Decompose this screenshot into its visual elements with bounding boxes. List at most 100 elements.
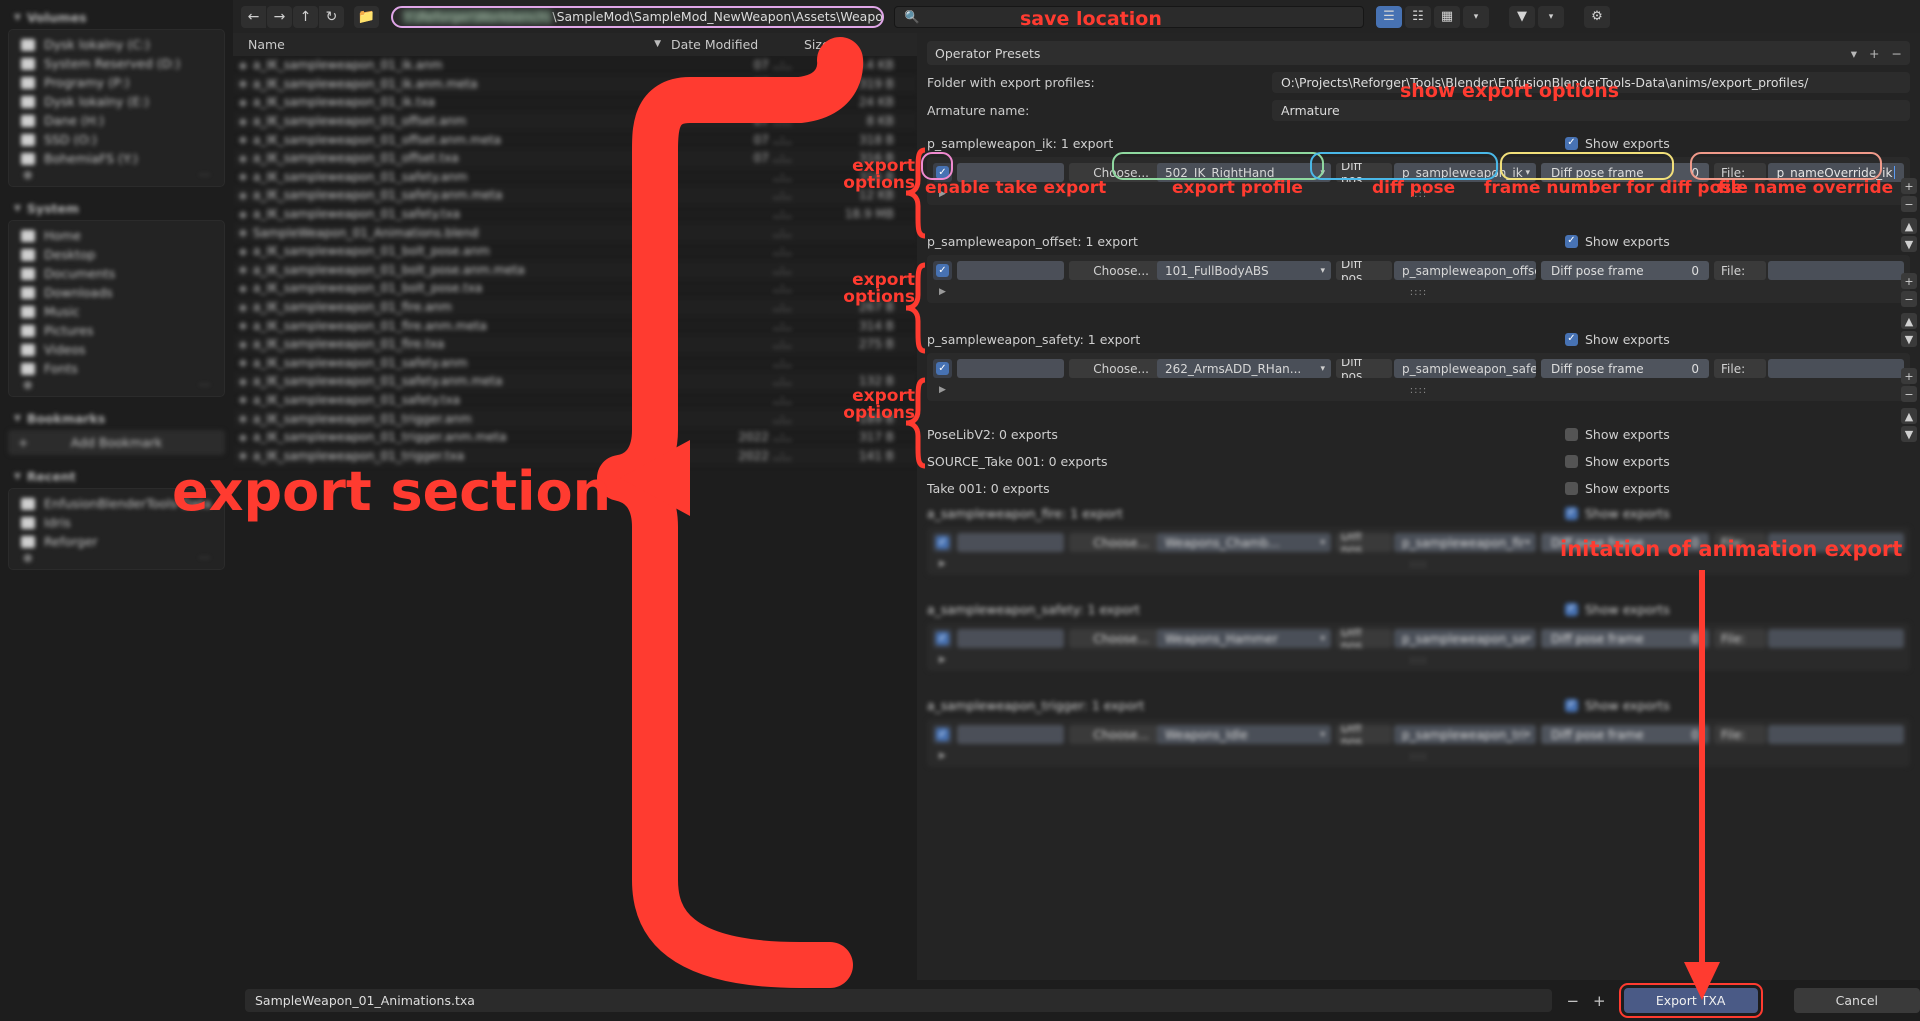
chevron-down-icon[interactable]: ▾ <box>1851 46 1857 61</box>
export-profile-selector[interactable]: Choose... 262_ArmsADD_RHan...▾ <box>1069 359 1331 378</box>
column-header-name[interactable]: Name ▼ <box>233 37 671 52</box>
export-txa-button[interactable]: Export TXA <box>1624 988 1758 1013</box>
sidebar-item-documents[interactable]: Documents <box>13 264 220 283</box>
diff-pose-frame-field[interactable]: Diff pose frame 0 <box>1541 261 1709 280</box>
file-row[interactable]: ◈a_IK_sampleweapon_01_safety.anm..:.. <box>233 354 917 373</box>
file-row[interactable]: ◈a_IK_sampleweapon_01_offset.txa07 ..:..… <box>233 149 917 168</box>
add-export-button[interactable]: + <box>1901 368 1917 384</box>
show-exports-toggle[interactable]: ✓ Show exports <box>1565 698 1910 713</box>
show-exports-toggle[interactable]: ✓ Show exports <box>1565 454 1910 469</box>
diff-pose-frame-field[interactable]: Diff pose frame 0 <box>1541 629 1709 648</box>
column-header-size[interactable]: Size <box>804 37 914 52</box>
file-row[interactable]: ◈a_IK_sampleweapon_01_ik.txa07 ..:..24 K… <box>233 93 917 112</box>
show-exports-toggle[interactable]: ✓ Show exports <box>1565 136 1910 151</box>
sidebar-resize-grip[interactable]: ●⋯ <box>13 168 220 181</box>
diff-pose-selector[interactable]: Diff pos... p_sampleweapon_safe...▾ <box>1336 359 1536 378</box>
parent-folder-button[interactable]: ↑ <box>293 6 318 28</box>
diff-pose-selector[interactable]: Diff pos... p_sampleweapon_sa▾ <box>1336 629 1536 648</box>
file-row[interactable]: ◈a_IK_sampleweapon_01_ik.anm.meta07 ..:.… <box>233 75 917 94</box>
take-name-field[interactable] <box>957 533 1064 552</box>
file-row[interactable]: ◈a_IK_sampleweapon_01_safety.anm.meta..:… <box>233 372 917 391</box>
export-profile-selector[interactable]: Choose... 502_IK_RightHand▾ <box>1069 163 1331 182</box>
triangle-right-icon[interactable]: ▶ <box>933 385 946 395</box>
file-row[interactable]: ◈a_IK_sampleweapon_01_trigger.anm..:..18… <box>233 409 917 428</box>
triangle-right-icon[interactable]: ▶ <box>933 287 946 297</box>
sidebar-section-header[interactable]: ▼ Volumes <box>8 6 225 29</box>
search-input[interactable]: 🔍 <box>894 6 1364 28</box>
sidebar-item-volume[interactable]: SSD (O:) <box>13 130 220 149</box>
sidebar-item-recent[interactable]: Reforger <box>13 532 220 551</box>
enable-take-export-checkbox[interactable]: ✓ <box>933 629 952 648</box>
diff-pose-frame-field[interactable]: Diff pose frame 0 <box>1541 359 1709 378</box>
diff-pose-selector[interactable]: Diff pos... p_sampleweapon_fir▾ <box>1336 533 1536 552</box>
drag-grip-icon[interactable]: :::: <box>1410 385 1427 396</box>
folder-profiles-input[interactable]: O:\Projects\Reforger\Tools\Blender\Enfus… <box>1272 72 1910 93</box>
sidebar-item-volume[interactable]: Dysk lokalny (E:) <box>13 92 220 111</box>
move-down-button[interactable]: ▼ <box>1901 236 1917 252</box>
drag-grip-icon[interactable]: :::: <box>1410 189 1427 200</box>
sidebar-item-recent[interactable]: Idris <box>13 513 220 532</box>
file-row[interactable]: ◈a_IK_sampleweapon_01_trigger.txa2022 ..… <box>233 446 917 465</box>
enable-take-export-checkbox[interactable]: ✓ <box>933 261 952 280</box>
take-name-field[interactable] <box>957 359 1064 378</box>
add-export-button[interactable]: + <box>1901 273 1917 289</box>
settings-button[interactable]: ⚙ <box>1584 6 1610 28</box>
drag-grip-icon[interactable]: :::: <box>1410 287 1427 298</box>
file-row[interactable]: ◈a_IK_sampleweapon_01_safety.anm..:..316… <box>233 168 917 187</box>
show-exports-toggle[interactable]: ✓ Show exports <box>1565 427 1910 442</box>
move-down-button[interactable]: ▼ <box>1901 426 1917 442</box>
plus-icon[interactable]: + <box>1593 992 1606 1010</box>
thumbnail-view-button[interactable]: ▦ <box>1434 6 1460 28</box>
file-row[interactable]: ◈a_IK_sampleweapon_01_trigger.anm.meta20… <box>233 428 917 447</box>
short-list-view-button[interactable]: ☷ <box>1405 6 1431 28</box>
file-name-override-field[interactable]: File: <box>1714 359 1904 378</box>
sidebar-item-volume[interactable]: System Reserved (D:) <box>13 54 220 73</box>
list-view-button[interactable]: ☰ <box>1376 6 1402 28</box>
enable-take-export-checkbox[interactable]: ✓ <box>933 533 952 552</box>
sidebar-resize-grip[interactable]: ●⋯ <box>13 378 220 391</box>
show-exports-toggle[interactable]: ✓ Show exports <box>1565 234 1910 249</box>
move-down-button[interactable]: ▼ <box>1901 331 1917 347</box>
triangle-right-icon[interactable]: ▶ <box>933 655 946 665</box>
export-profile-selector[interactable]: Choose... Weapons_Chamb...▾ <box>1069 533 1331 552</box>
move-up-button[interactable]: ▲ <box>1901 313 1917 329</box>
show-exports-toggle[interactable]: ✓ Show exports <box>1565 506 1910 521</box>
path-input[interactable]: Y:\Reforger\Workbench\\SampleMod\SampleM… <box>391 6 884 28</box>
refresh-button[interactable]: ↻ <box>319 6 344 28</box>
add-bookmark-button[interactable]: + Add Bookmark <box>8 430 225 455</box>
file-row[interactable]: ◈a_IK_sampleweapon_01_safety.txa..:..18.… <box>233 205 917 224</box>
take-name-field[interactable] <box>957 163 1064 182</box>
file-row[interactable]: ◈a_IK_sampleweapon_01_safety.txa..:.. <box>233 391 917 410</box>
new-folder-button[interactable]: 📁 <box>354 6 379 28</box>
forward-button[interactable]: → <box>267 6 292 28</box>
drag-grip-icon[interactable]: :::: <box>1410 751 1427 762</box>
triangle-right-icon[interactable]: ▶ <box>933 559 946 569</box>
file-row[interactable]: ◈a_IK_sampleweapon_01_bolt_pose.txa..:.. <box>233 279 917 298</box>
sidebar-item-downloads[interactable]: Downloads <box>13 283 220 302</box>
diff-pose-frame-field[interactable]: Diff pose frame 0 <box>1541 725 1709 744</box>
armature-name-input[interactable]: Armature <box>1272 100 1910 121</box>
file-row[interactable]: ◈a_IK_sampleweapon_01_safety.anm.meta..:… <box>233 186 917 205</box>
diff-pose-frame-field[interactable]: Diff pose frame 0 <box>1541 533 1709 552</box>
file-name-override-field[interactable]: File: <box>1714 261 1904 280</box>
sidebar-item-pictures[interactable]: Pictures <box>13 321 220 340</box>
file-name-override-field[interactable]: File: <box>1714 725 1904 744</box>
sidebar-item-recent[interactable]: EnfusionBlenderTools-Data <box>13 494 220 513</box>
remove-preset-icon[interactable]: − <box>1892 46 1902 61</box>
export-profile-selector[interactable]: Choose... Weapons_Hammer▾ <box>1069 629 1331 648</box>
enable-take-export-checkbox[interactable]: ✓ <box>933 725 952 744</box>
sidebar-item-volume[interactable]: BohemiaFS (Y:) <box>13 149 220 168</box>
sidebar-item-volume[interactable]: Programy (P:) <box>13 73 220 92</box>
filename-input[interactable]: SampleWeapon_01_Animations.txa <box>245 989 1552 1012</box>
filter-button[interactable]: ▼ <box>1509 6 1535 28</box>
triangle-right-icon[interactable]: ▶ <box>933 751 946 761</box>
take-name-field[interactable] <box>957 261 1064 280</box>
move-up-button[interactable]: ▲ <box>1901 218 1917 234</box>
file-row[interactable]: ◈a_IK_sampleweapon_01_offset.anm07 ..:..… <box>233 112 917 131</box>
file-name-override-field[interactable]: File: p_nameOverride_ik <box>1714 163 1904 182</box>
file-row[interactable]: ◈SampleWeapon_01_Animations.blend..:.. <box>233 223 917 242</box>
take-name-field[interactable] <box>957 629 1064 648</box>
drag-grip-icon[interactable]: :::: <box>1410 655 1427 666</box>
back-button[interactable]: ← <box>241 6 266 28</box>
diff-pose-frame-field[interactable]: Diff pose frame 0 <box>1541 163 1709 182</box>
